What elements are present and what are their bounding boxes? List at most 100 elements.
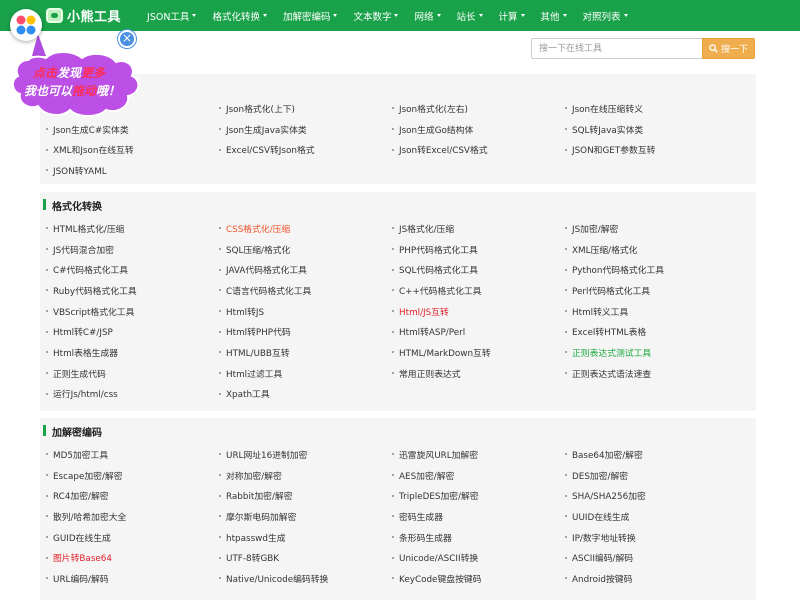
tool-link[interactable]: XML压缩/格式化 xyxy=(565,239,738,260)
tool-link[interactable]: RC4加密/解密 xyxy=(46,485,219,506)
tool-link[interactable]: SHA/SHA256加密 xyxy=(565,485,738,506)
tool-link[interactable]: 正则表达式测试工具 xyxy=(565,342,738,363)
tool-link[interactable]: JAVA代码格式化工具 xyxy=(219,259,392,280)
tool-grid: MD5加密工具 URL网址16进制加密 迅雷旋风URL加解密 Base64加密/解密 E… xyxy=(40,444,756,600)
tool-link[interactable]: Html转义工具 xyxy=(565,301,738,322)
nav-item-1[interactable]: 格式化转换 xyxy=(204,0,275,31)
nav-item-5[interactable]: 站长 xyxy=(449,0,491,31)
close-tip-button[interactable]: × xyxy=(118,30,136,48)
tool-link[interactable]: IP/数字地址转换 xyxy=(565,527,738,548)
tool-link[interactable]: GUID在线生成 xyxy=(46,527,219,548)
tool-link-label: Html转ASP/Perl xyxy=(399,328,466,339)
brand-logo-link[interactable]: 小熊工具 xyxy=(46,6,121,25)
tool-link[interactable]: 密码生成器 xyxy=(392,506,565,527)
search-input[interactable] xyxy=(531,38,702,59)
tool-link[interactable]: JSON和GET参数互转 xyxy=(565,139,738,160)
tool-link[interactable]: Ruby代码格式化工具 xyxy=(46,280,219,301)
tool-link[interactable]: MD5加密工具 xyxy=(46,444,219,465)
tool-link[interactable]: Json生成Go结构体 xyxy=(392,119,565,140)
tool-link[interactable]: Rabbit加密/解密 xyxy=(219,485,392,506)
tool-link[interactable]: Html转C#/JSP xyxy=(46,321,219,342)
tool-link[interactable]: Json生成Java实体类 xyxy=(219,119,392,140)
nav-item-3[interactable]: 文本数字 xyxy=(345,0,406,31)
tool-link[interactable]: Html表格生成器 xyxy=(46,342,219,363)
tool-link[interactable]: Excel/CSV转Json格式 xyxy=(219,139,392,160)
bullet-icon xyxy=(565,310,567,313)
tool-link-label: IP/数字地址转换 xyxy=(572,533,636,544)
tool-link[interactable]: HTML/UBB互转 xyxy=(219,342,392,363)
tool-link[interactable]: C语言代码格式化工具 xyxy=(219,280,392,301)
tool-link[interactable]: 对称加密/解密 xyxy=(219,465,392,486)
tool-link[interactable]: VBScript格式化工具 xyxy=(46,301,219,322)
tool-link[interactable]: Python代码格式化工具 xyxy=(565,259,738,280)
tool-link-label: VBScript格式化工具 xyxy=(53,307,135,318)
tool-link[interactable]: URL网址16进制加密 xyxy=(219,444,392,465)
tool-link[interactable]: Unicode/ASCII转换 xyxy=(392,547,565,568)
tool-link[interactable]: HTML/MarkDown互转 xyxy=(392,342,565,363)
tool-link[interactable]: DES加密/解密 xyxy=(565,465,738,486)
tool-link[interactable]: Json转Excel/CSV格式 xyxy=(392,139,565,160)
tool-link[interactable]: Perl代码格式化工具 xyxy=(565,280,738,301)
tool-link[interactable]: AES加密/解密 xyxy=(392,465,565,486)
tool-link[interactable]: 迅雷旋风URL加解密 xyxy=(392,444,565,465)
nav-item-0[interactable]: JSON工具 xyxy=(139,0,204,31)
tool-link[interactable]: UTF-8转GBK xyxy=(219,547,392,568)
bullet-icon xyxy=(565,227,567,230)
tool-link[interactable]: JS代码混合加密 xyxy=(46,239,219,260)
tool-link[interactable]: Html转JS xyxy=(219,301,392,322)
tool-link-label: AES加密/解密 xyxy=(399,471,455,482)
tool-link[interactable]: SQL压缩/格式化 xyxy=(219,239,392,260)
tool-link[interactable]: URL编码/解码 xyxy=(46,568,219,589)
tool-link[interactable]: PHP代码格式化工具 xyxy=(392,239,565,260)
nav-item-7[interactable]: 其他 xyxy=(533,0,575,31)
tool-link[interactable]: Android按键码 xyxy=(565,568,738,589)
tool-link[interactable]: 图片转Base64 xyxy=(46,547,219,568)
tool-link[interactable]: JS格式化/压缩 xyxy=(392,218,565,239)
tool-link[interactable]: 正则生成代码 xyxy=(46,363,219,384)
tool-link[interactable]: TripleDES加密/解密 xyxy=(392,485,565,506)
floating-assistant-button[interactable] xyxy=(10,9,42,41)
tool-link[interactable]: Json在线压缩转义 xyxy=(565,98,738,119)
tool-link[interactable]: C#代码格式化工具 xyxy=(46,259,219,280)
bullet-icon xyxy=(392,107,394,110)
tool-link[interactable]: 摩尔斯电码加解密 xyxy=(219,506,392,527)
tool-link[interactable]: CSS格式化/压缩 xyxy=(219,218,392,239)
bullet-icon xyxy=(219,148,221,151)
nav-item-6[interactable]: 计算 xyxy=(491,0,533,31)
tool-link[interactable]: HTML格式化/压缩 xyxy=(46,218,219,239)
tool-link[interactable]: SQL代码格式化工具 xyxy=(392,259,565,280)
tool-link[interactable]: 散列/哈希加密大全 xyxy=(46,506,219,527)
tool-link[interactable]: XML和Json在线互转 xyxy=(46,139,219,160)
tool-link[interactable]: KeyCode键盘按键码 xyxy=(392,568,565,589)
tool-link[interactable]: 常用正则表达式 xyxy=(392,363,565,384)
nav-item-4[interactable]: 网络 xyxy=(406,0,448,31)
tool-link[interactable]: 运行Js/html/css xyxy=(46,384,219,405)
tool-link[interactable]: Html过滤工具 xyxy=(219,363,392,384)
tool-link[interactable]: Html/JS互转 xyxy=(392,301,565,322)
tool-link[interactable]: C++代码格式化工具 xyxy=(392,280,565,301)
tool-link[interactable]: UUID在线生成 xyxy=(565,506,738,527)
tool-link[interactable]: Native/Unicode编码转换 xyxy=(219,568,392,589)
tool-link[interactable]: Xpath工具 xyxy=(219,384,392,405)
tool-link[interactable]: Html转ASP/Perl xyxy=(392,321,565,342)
tool-link[interactable]: Json格式化(左右) xyxy=(392,98,565,119)
tool-link[interactable]: Json格式化(上下) xyxy=(219,98,392,119)
search-button[interactable]: 搜一下 xyxy=(702,38,755,59)
tool-link[interactable]: Excel转HTML表格 xyxy=(565,321,738,342)
tool-link[interactable]: htpasswd生成 xyxy=(219,527,392,548)
tool-link[interactable]: JSON转YAML xyxy=(46,160,219,181)
tool-link[interactable]: Html转PHP代码 xyxy=(219,321,392,342)
nav-item-label: 对照列表 xyxy=(582,11,621,23)
tool-link[interactable]: 正则表达式语法速查 xyxy=(565,363,738,384)
tool-link[interactable]: SQL转Java实体类 xyxy=(565,119,738,140)
nav-item-8[interactable]: 对照列表 xyxy=(575,0,636,31)
tool-link[interactable]: Base64加密/解密 xyxy=(565,444,738,465)
tool-link[interactable]: 条形码生成器 xyxy=(392,527,565,548)
bullet-icon xyxy=(46,248,48,251)
bullet-icon xyxy=(392,474,394,477)
nav-item-2[interactable]: 加解密编码 xyxy=(275,0,346,31)
tool-link[interactable]: Escape加密/解密 xyxy=(46,465,219,486)
tool-link[interactable]: JS加密/解密 xyxy=(565,218,738,239)
tool-link[interactable]: ASCII编码/解码 xyxy=(565,547,738,568)
bullet-icon xyxy=(392,268,394,271)
